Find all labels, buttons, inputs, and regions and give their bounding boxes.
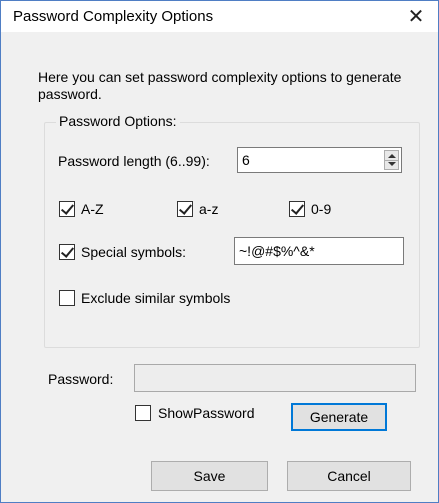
exclude-similar-label: Exclude similar symbols — [81, 290, 231, 306]
save-button[interactable]: Save — [151, 461, 268, 491]
special-symbols-label: Special symbols: — [81, 244, 187, 260]
password-field[interactable] — [134, 364, 416, 392]
special-symbols-checkbox[interactable] — [59, 244, 75, 260]
title-bar[interactable]: Password Complexity Options ✕ — [1, 1, 438, 32]
spin-down-icon[interactable] — [388, 162, 396, 166]
password-label: Password: — [48, 371, 114, 387]
digits-checkbox[interactable] — [289, 201, 305, 217]
group-label: Password Options: — [56, 113, 180, 129]
dialog-title: Password Complexity Options — [13, 8, 214, 25]
show-password-label: ShowPassword — [158, 405, 255, 421]
generate-button[interactable]: Generate — [291, 403, 387, 431]
check-icon — [178, 201, 193, 215]
spin-divider — [385, 160, 398, 161]
cancel-button[interactable]: Cancel — [287, 461, 411, 491]
lowercase-label: a-z — [199, 201, 219, 217]
exclude-similar-checkbox[interactable] — [59, 290, 75, 306]
close-icon[interactable]: ✕ — [394, 1, 438, 32]
spin-buttons[interactable] — [384, 150, 399, 170]
show-password-checkbox[interactable] — [135, 405, 151, 421]
intro-text: Here you can set password complexity opt… — [38, 69, 402, 102]
check-icon — [60, 201, 75, 215]
length-label: Password length (6..99): — [58, 153, 210, 169]
uppercase-label: A-Z — [81, 201, 104, 217]
digits-label: 0-9 — [311, 201, 332, 217]
length-value[interactable]: 6 — [242, 152, 250, 168]
lowercase-checkbox[interactable] — [177, 201, 193, 217]
special-symbols-input[interactable]: ~!@#$%^&* — [234, 237, 404, 265]
length-spinner[interactable]: 6 — [237, 147, 402, 173]
check-icon — [290, 201, 305, 215]
check-icon — [60, 244, 75, 258]
spin-up-icon[interactable] — [388, 154, 396, 158]
password-options-dialog: Password Complexity Options ✕ Here you c… — [0, 0, 439, 503]
uppercase-checkbox[interactable] — [59, 201, 75, 217]
special-symbols-value[interactable]: ~!@#$%^&* — [239, 243, 315, 259]
